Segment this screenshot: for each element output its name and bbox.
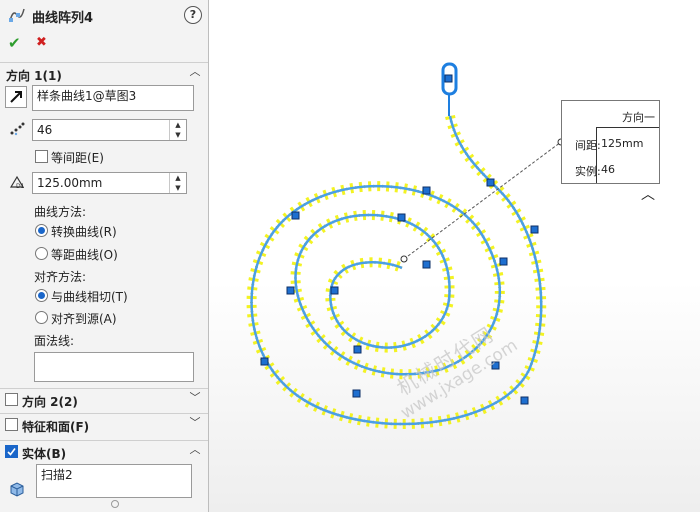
direction1-section-header[interactable]: 方向 1(1) ︿: [0, 62, 208, 85]
graphics-area[interactable]: 机械时代网 www.jxage.com 方向一 间距: 125mm 实例: 46…: [209, 0, 700, 512]
spacing-value: 125.00mm: [37, 176, 103, 190]
features-section-header[interactable]: 特征和面(F) ﹀: [0, 413, 208, 436]
arrow-icon: [10, 91, 22, 103]
chevron-up-icon[interactable]: ︿: [188, 443, 202, 457]
spacing-input[interactable]: 125.00mm ▲ ▼: [32, 172, 187, 194]
callout-instance-label: 实例:: [575, 165, 601, 178]
align-method-label: 对齐方法:: [34, 270, 87, 284]
equal-spacing-checkbox[interactable]: [35, 150, 48, 163]
page-title: 曲线阵列4: [32, 11, 94, 26]
tangent-to-curve-label: 与曲线相切(T): [51, 290, 128, 304]
spacing-spinner[interactable]: ▲ ▼: [169, 173, 186, 193]
direction2-title: 方向 2(2): [22, 395, 78, 409]
chevron-down-icon[interactable]: ﹀: [188, 416, 202, 430]
curve-input-value: 样条曲线1@草图3: [37, 89, 137, 103]
bodies-checkbox[interactable]: [5, 445, 18, 458]
direction1-title: 方向 1(1): [6, 69, 62, 83]
offset-curve-label: 等距曲线(O): [51, 248, 118, 262]
convert-curve-label: 转换曲线(R): [51, 225, 117, 239]
check-icon: [7, 448, 16, 456]
help-button[interactable]: ?: [184, 6, 202, 24]
spacing-icon: D1: [8, 174, 26, 190]
callout-instance-value[interactable]: 46: [601, 163, 615, 176]
bodies-value: 扫描2: [41, 468, 73, 482]
chevron-up-icon[interactable]: ︿: [188, 65, 202, 79]
instance-count-icon: [9, 122, 25, 136]
curve-method-label: 曲线方法:: [34, 205, 87, 219]
bodies-section-header[interactable]: 实体(B) ︿: [0, 440, 208, 463]
face-normal-label: 面法线:: [34, 334, 75, 348]
ok-button[interactable]: ✔: [8, 34, 21, 52]
curve-pattern-preview: [246, 62, 565, 429]
face-normal-input[interactable]: [34, 352, 194, 382]
align-to-source-label: 对齐到源(A): [51, 312, 117, 326]
callout-chevron-icon[interactable]: ︿: [641, 184, 655, 204]
equal-spacing-label: 等间距(E): [51, 151, 104, 165]
chevron-down-icon[interactable]: ﹀: [188, 391, 202, 405]
features-title: 特征和面(F): [22, 420, 90, 434]
bodies-input[interactable]: 扫描2: [36, 464, 192, 498]
svg-text:D1: D1: [16, 183, 25, 190]
callout-title: 方向一: [622, 111, 655, 124]
callout-spacing-value[interactable]: 125mm: [601, 137, 643, 150]
bodies-title: 实体(B): [22, 447, 67, 461]
offset-curve-radio[interactable]: [35, 247, 48, 260]
callout-spacing-label: 间距:: [575, 139, 601, 152]
reverse-direction-button[interactable]: [5, 86, 27, 108]
property-manager-panel: 曲线阵列4 ? ✔ ✖ 方向 1(1) ︿ 样条曲线1@草图3 46 ▲ ▼ 等间…: [0, 0, 209, 512]
body-icon: [8, 481, 26, 497]
tangent-to-curve-radio[interactable]: [35, 289, 48, 302]
cancel-button[interactable]: ✖: [36, 35, 47, 50]
pattern-callout[interactable]: 方向一 间距: 125mm 实例: 46: [561, 100, 660, 184]
align-to-source-radio[interactable]: [35, 311, 48, 324]
convert-curve-radio[interactable]: [35, 224, 48, 237]
direction2-checkbox[interactable]: [5, 393, 18, 406]
count-spinner[interactable]: ▲ ▼: [169, 120, 186, 140]
features-checkbox[interactable]: [5, 418, 18, 431]
instance-count-value: 46: [37, 123, 53, 137]
direction2-section-header[interactable]: 方向 2(2) ﹀: [0, 388, 208, 411]
curve-input[interactable]: 样条曲线1@草图3: [32, 85, 194, 111]
instance-count-input[interactable]: 46 ▲ ▼: [32, 119, 187, 141]
resize-grip-icon[interactable]: [111, 500, 119, 508]
curve-pattern-icon: [8, 6, 26, 24]
